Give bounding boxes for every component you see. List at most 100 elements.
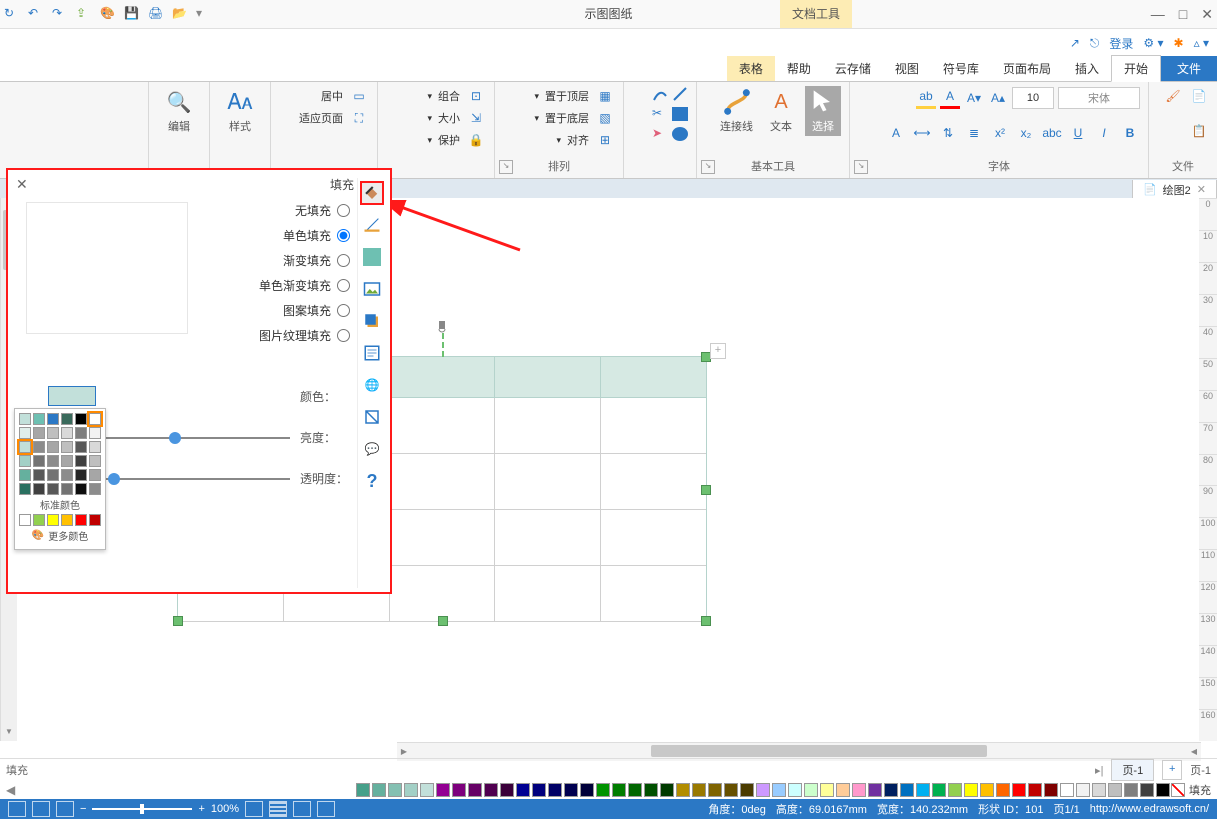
scroll-down-icon[interactable]: ▼: [1, 727, 17, 741]
fit-window-icon[interactable]: [245, 801, 263, 817]
color-strip-swatch[interactable]: [388, 783, 402, 797]
grid-toggle-icon[interactable]: [269, 801, 287, 817]
fill-bucket-icon[interactable]: [361, 182, 383, 204]
color-swatch-item[interactable]: [19, 413, 31, 425]
tab-help[interactable]: 帮助: [775, 56, 823, 81]
color-strip-swatch[interactable]: [996, 783, 1010, 797]
export-icon[interactable]: ⇪: [76, 6, 92, 22]
export-link-icon[interactable]: ↗: [1070, 36, 1080, 50]
color-strip-swatch[interactable]: [612, 783, 626, 797]
color-strip-swatch[interactable]: [836, 783, 850, 797]
connect-tool-button[interactable]: 连接线: [716, 86, 757, 136]
theme-color-icon[interactable]: [361, 246, 383, 268]
color-strip-swatch[interactable]: [660, 783, 674, 797]
text-props-icon[interactable]: [361, 342, 383, 364]
color-strip-swatch[interactable]: [932, 783, 946, 797]
underline-icon[interactable]: U: [1068, 123, 1088, 143]
resize-handle[interactable]: [701, 616, 711, 626]
color-strip-swatch[interactable]: [724, 783, 738, 797]
style-button[interactable]: 🗛 样式: [218, 86, 262, 136]
fill-none-option[interactable]: 无填充: [295, 202, 350, 219]
curve-shape-icon[interactable]: [652, 86, 668, 102]
shadow-icon[interactable]: [361, 310, 383, 332]
zoom-in-icon[interactable]: +: [198, 803, 204, 815]
font-color-icon[interactable]: A: [940, 86, 960, 109]
color-strip-swatch[interactable]: [436, 783, 450, 797]
subscript-icon[interactable]: x₂: [1016, 123, 1036, 143]
color-strip-swatch[interactable]: [564, 783, 578, 797]
color-strip-swatch[interactable]: [1076, 783, 1090, 797]
hyperlink-icon[interactable]: 🌐: [361, 374, 383, 396]
increase-font-icon[interactable]: A▴: [988, 88, 1008, 108]
color-strip-swatch[interactable]: [948, 783, 962, 797]
color-strip-swatch[interactable]: [1092, 783, 1106, 797]
tab-insert[interactable]: 插入: [1063, 56, 1111, 81]
tools-dialog-launcher[interactable]: ↘: [701, 160, 715, 174]
color-strip-swatch[interactable]: [1060, 783, 1074, 797]
crop-shape-icon[interactable]: ✂: [652, 106, 668, 122]
text-tool-button[interactable]: A 文本: [763, 86, 799, 136]
select-tool-button[interactable]: 选择: [805, 86, 841, 136]
fill-texture-option[interactable]: 图片纹理填充: [259, 327, 350, 344]
resize-handle[interactable]: [438, 616, 448, 626]
char-spacing-icon[interactable]: ⟷: [912, 123, 932, 143]
center-page-icon[interactable]: ▭: [349, 86, 369, 106]
resize-handle[interactable]: [173, 616, 183, 626]
settings-icon[interactable]: ⚙ ▾: [1143, 36, 1163, 50]
zoom-slider[interactable]: [92, 808, 192, 810]
more-colors-button[interactable]: 更多颜色: [48, 528, 88, 543]
zoom-out-icon[interactable]: −: [80, 803, 86, 815]
color-strip-swatch[interactable]: [900, 783, 914, 797]
undo-icon[interactable]: ↶: [28, 6, 44, 22]
superscript-icon[interactable]: x²: [990, 123, 1010, 143]
color-strip-swatch[interactable]: [916, 783, 930, 797]
line-style-icon[interactable]: [361, 214, 383, 236]
color-strip-swatch[interactable]: [1044, 783, 1058, 797]
ellipse-shape-icon[interactable]: [672, 127, 688, 141]
color-strip-swatch[interactable]: [964, 783, 978, 797]
view-outline-icon[interactable]: [32, 801, 50, 817]
color-strip-swatch[interactable]: [772, 783, 786, 797]
color-strip-swatch[interactable]: [356, 783, 370, 797]
color-strip-swatch[interactable]: [420, 783, 434, 797]
color-strip-swatch[interactable]: [1156, 783, 1170, 797]
color-strip-swatch[interactable]: [708, 783, 722, 797]
add-page-button[interactable]: +: [1162, 760, 1182, 780]
color-strip-swatch[interactable]: [676, 783, 690, 797]
line-shape-icon[interactable]: [672, 86, 688, 102]
tab-symbol[interactable]: 符号库: [931, 56, 991, 81]
fill-solidgrad-option[interactable]: 单色渐变填充: [259, 277, 350, 294]
color-strip-swatch[interactable]: [788, 783, 802, 797]
palette-icon[interactable]: 🎨: [100, 6, 116, 22]
copy-icon[interactable]: 📋: [1189, 121, 1209, 141]
tab-file[interactable]: 文件: [1161, 56, 1217, 81]
arrange-dialog-launcher[interactable]: ↘: [499, 160, 513, 174]
color-strip-swatch[interactable]: [484, 783, 498, 797]
font-family-select[interactable]: 宋体: [1058, 87, 1140, 109]
transparency-slider[interactable]: [104, 478, 290, 480]
find-button[interactable]: 🔍 编辑: [157, 86, 201, 136]
rotate-handle[interactable]: [436, 321, 448, 333]
color-strip-swatch[interactable]: [452, 783, 466, 797]
size-icon[interactable]: ⇲: [466, 108, 486, 128]
color-strip-swatch[interactable]: [500, 783, 514, 797]
share-icon[interactable]: ⎋: [1090, 36, 1100, 51]
color-strip-swatch[interactable]: [516, 783, 530, 797]
pointer-shape-icon[interactable]: ➤: [652, 126, 668, 142]
color-strip-swatch[interactable]: [1012, 783, 1026, 797]
tab-start[interactable]: 开始: [1111, 55, 1161, 82]
tab-view[interactable]: 视图: [883, 56, 931, 81]
login-link[interactable]: 登录: [1109, 35, 1133, 52]
panel-close-icon[interactable]: ✕: [16, 176, 28, 193]
color-strip-swatch[interactable]: [740, 783, 754, 797]
refresh-icon[interactable]: ↻: [4, 6, 20, 22]
color-strip-swatch[interactable]: [804, 783, 818, 797]
color-strip-swatch[interactable]: [1108, 783, 1122, 797]
color-strip-swatch[interactable]: [468, 783, 482, 797]
color-strip-swatch[interactable]: [1124, 783, 1138, 797]
color-swatch-item[interactable]: [89, 413, 101, 425]
color-strip-swatch[interactable]: [596, 783, 610, 797]
nofill-swatch[interactable]: [1171, 783, 1185, 797]
color-strip-swatch[interactable]: [868, 783, 882, 797]
font-size-select[interactable]: 10: [1012, 87, 1054, 109]
